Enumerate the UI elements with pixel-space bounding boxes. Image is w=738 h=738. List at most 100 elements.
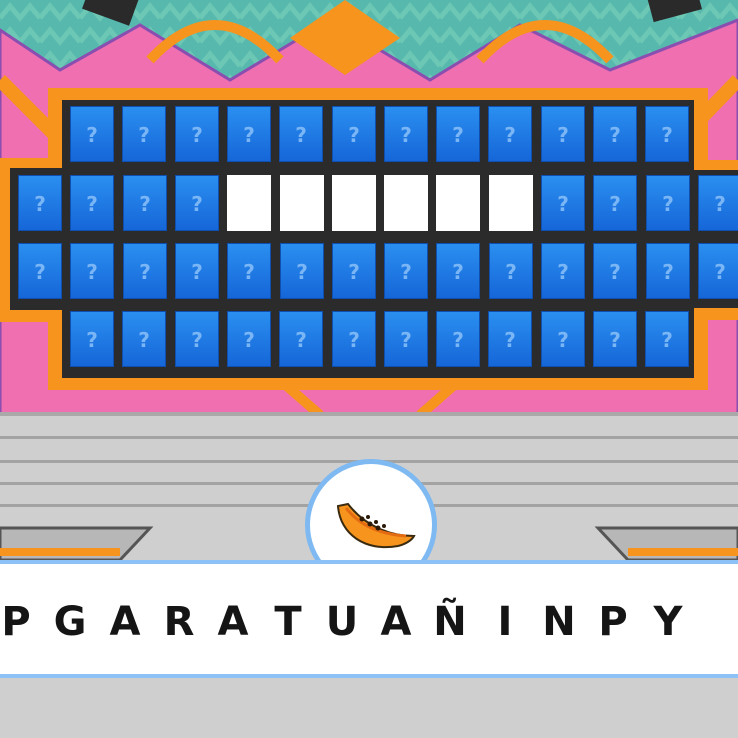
hidden-tile: ?	[436, 311, 480, 367]
hidden-tile: ?	[593, 243, 637, 299]
question-mark-icon: ?	[138, 328, 150, 352]
question-mark-icon: ?	[609, 260, 621, 284]
hidden-tile: ?	[227, 243, 271, 299]
hidden-tile: ?	[175, 175, 219, 231]
hidden-tile: ?	[123, 175, 167, 231]
question-mark-icon: ?	[661, 328, 673, 352]
question-mark-icon: ?	[348, 260, 360, 284]
revealed-tile	[332, 175, 376, 231]
hidden-tile: ?	[593, 311, 637, 367]
hidden-tile: ?	[332, 106, 376, 162]
question-mark-icon: ?	[557, 328, 569, 352]
letter-option[interactable]: I	[481, 582, 529, 662]
hidden-tile: ?	[541, 243, 585, 299]
question-mark-icon: ?	[34, 192, 46, 216]
letter-option[interactable]: U	[318, 582, 366, 662]
question-mark-icon: ?	[662, 192, 674, 216]
letter-option[interactable]: A	[101, 582, 149, 662]
hidden-tile: ?	[436, 243, 480, 299]
letter-option[interactable]: N	[535, 582, 583, 662]
question-mark-icon: ?	[86, 260, 98, 284]
question-mark-icon: ?	[295, 328, 307, 352]
hidden-tile: ?	[541, 106, 585, 162]
question-mark-icon: ?	[400, 123, 412, 147]
question-mark-icon: ?	[557, 192, 569, 216]
hidden-tile: ?	[698, 243, 738, 299]
question-mark-icon: ?	[295, 123, 307, 147]
letter-option[interactable]: Ñ	[426, 582, 474, 662]
hidden-tile: ?	[384, 106, 428, 162]
hidden-tile: ?	[175, 243, 219, 299]
question-mark-icon: ?	[86, 328, 98, 352]
hidden-tile: ?	[646, 243, 690, 299]
hidden-tile: ?	[698, 175, 738, 231]
letter-option[interactable]: P	[589, 582, 637, 662]
letter-option[interactable]: A	[209, 582, 257, 662]
question-mark-icon: ?	[348, 328, 360, 352]
hidden-tile: ?	[645, 106, 689, 162]
question-mark-icon: ?	[243, 260, 255, 284]
question-mark-icon: ?	[243, 123, 255, 147]
hidden-tile: ?	[489, 243, 533, 299]
letter-option[interactable]: Y	[644, 582, 692, 662]
hidden-tile: ?	[122, 311, 166, 367]
letter-option[interactable]: R	[155, 582, 203, 662]
question-mark-icon: ?	[191, 328, 203, 352]
question-mark-icon: ?	[557, 123, 569, 147]
question-mark-icon: ?	[34, 260, 46, 284]
hidden-tile: ?	[488, 106, 532, 162]
hidden-tile: ?	[70, 311, 114, 367]
question-mark-icon: ?	[452, 328, 464, 352]
letter-option[interactable]: A	[372, 582, 420, 662]
question-mark-icon: ?	[714, 260, 726, 284]
hidden-tile: ?	[488, 311, 532, 367]
question-mark-icon: ?	[609, 123, 621, 147]
hidden-tile: ?	[332, 311, 376, 367]
hidden-tile: ?	[280, 243, 324, 299]
hidden-tile: ?	[18, 175, 62, 231]
hidden-tile: ?	[175, 311, 219, 367]
question-mark-icon: ?	[662, 260, 674, 284]
hidden-tile: ?	[70, 106, 114, 162]
hidden-tile: ?	[645, 311, 689, 367]
question-mark-icon: ?	[86, 192, 98, 216]
hidden-tile: ?	[593, 175, 637, 231]
puzzle-board: ????????????????????????????????????????…	[0, 0, 738, 420]
question-mark-icon: ?	[557, 260, 569, 284]
hidden-tile: ?	[541, 175, 585, 231]
revealed-tile	[489, 175, 533, 231]
revealed-tile	[227, 175, 271, 231]
question-mark-icon: ?	[86, 123, 98, 147]
letter-option[interactable]: T	[264, 582, 312, 662]
question-mark-icon: ?	[191, 123, 203, 147]
hidden-tile: ?	[436, 106, 480, 162]
hidden-tile: ?	[384, 243, 428, 299]
question-mark-icon: ?	[661, 123, 673, 147]
letter-picker-bar: PGARATUAÑINPY	[0, 560, 738, 678]
hidden-tile: ?	[175, 106, 219, 162]
question-mark-icon: ?	[296, 260, 308, 284]
question-mark-icon: ?	[714, 192, 726, 216]
question-mark-icon: ?	[138, 123, 150, 147]
question-mark-icon: ?	[400, 328, 412, 352]
question-mark-icon: ?	[139, 260, 151, 284]
hidden-tile: ?	[384, 311, 428, 367]
letter-option[interactable]: P	[0, 582, 40, 662]
letter-option[interactable]: G	[46, 582, 94, 662]
question-mark-icon: ?	[191, 192, 203, 216]
hidden-tile: ?	[18, 243, 62, 299]
revealed-tile	[436, 175, 480, 231]
hidden-tile: ?	[541, 311, 585, 367]
question-mark-icon: ?	[191, 260, 203, 284]
hidden-tile: ?	[70, 243, 114, 299]
hidden-tile: ?	[122, 106, 166, 162]
question-mark-icon: ?	[609, 328, 621, 352]
hidden-tile: ?	[332, 243, 376, 299]
question-mark-icon: ?	[504, 328, 516, 352]
hidden-tile: ?	[227, 311, 271, 367]
question-mark-icon: ?	[243, 328, 255, 352]
question-mark-icon: ?	[139, 192, 151, 216]
hidden-tile: ?	[279, 311, 323, 367]
question-mark-icon: ?	[452, 123, 464, 147]
revealed-tile	[384, 175, 428, 231]
